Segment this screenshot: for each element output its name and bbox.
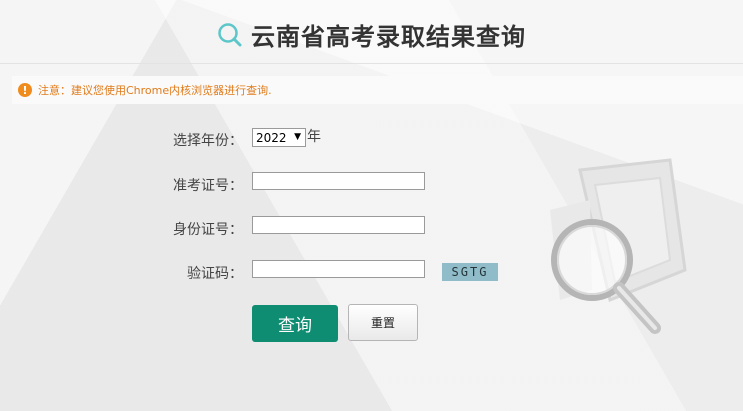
id-no-input[interactable] bbox=[252, 216, 425, 234]
exam-no-input[interactable] bbox=[252, 172, 425, 190]
notice-bar: ! 注意：建议您使用Chrome内核浏览器进行查询. bbox=[12, 76, 743, 104]
year-select-value: 2022 bbox=[256, 130, 287, 145]
magnifier-illustration bbox=[550, 158, 687, 334]
year-label: 选择年份： bbox=[173, 133, 243, 149]
captcha-input[interactable] bbox=[252, 260, 425, 278]
chevron-down-icon: ▼ bbox=[294, 132, 301, 142]
warning-icon: ! bbox=[18, 83, 32, 97]
year-suffix: 年 bbox=[307, 129, 321, 145]
page-title: 云南省高考录取结果查询 bbox=[251, 23, 526, 51]
reset-button[interactable]: 重置 bbox=[348, 304, 418, 341]
id-no-label: 身份证号： bbox=[173, 222, 243, 238]
query-button[interactable]: 查询 bbox=[252, 305, 338, 342]
page-header: 云南省高考录取结果查询 bbox=[0, 0, 743, 64]
captcha-label: 验证码： bbox=[187, 266, 243, 282]
captcha-text: SGTG bbox=[451, 265, 489, 279]
search-icon bbox=[218, 22, 242, 46]
notice-text: 注意：建议您使用Chrome内核浏览器进行查询. bbox=[38, 84, 272, 97]
title-wrap: 云南省高考录取结果查询 bbox=[217, 17, 526, 52]
exam-no-label: 准考证号： bbox=[173, 178, 243, 194]
year-select[interactable]: 2022 ▼ bbox=[252, 128, 306, 147]
captcha-image[interactable]: SGTG bbox=[442, 263, 498, 281]
